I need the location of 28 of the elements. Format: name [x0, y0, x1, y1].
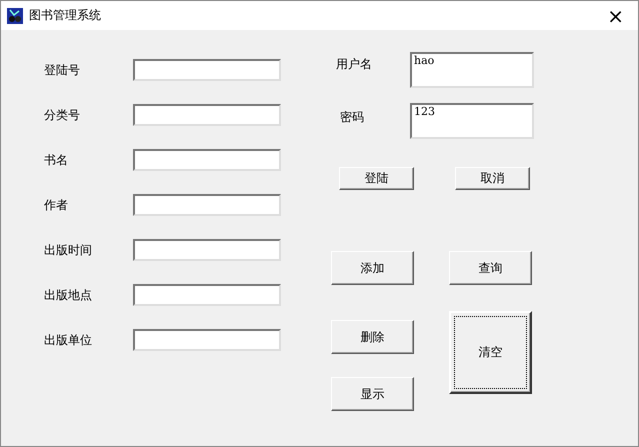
field-label: 作者: [44, 196, 69, 214]
field-label: 出版单位: [44, 332, 93, 348]
push-button[interactable]: 登陆: [339, 167, 414, 190]
field-label: 书名: [44, 152, 69, 168]
field-label: 出版地点: [44, 286, 93, 304]
field-label: 分类号: [44, 106, 81, 124]
input-field[interactable]: [133, 239, 281, 261]
input-field[interactable]: [133, 59, 281, 81]
push-button[interactable]: 查询: [449, 251, 532, 285]
field-label: 登陆号: [44, 62, 81, 78]
input-field[interactable]: 123: [410, 103, 534, 139]
input-field[interactable]: hao: [410, 52, 534, 88]
input-field[interactable]: [133, 329, 281, 351]
field-label: 密码: [339, 109, 365, 126]
push-button[interactable]: 清空: [449, 311, 532, 394]
close-button[interactable]: ×: [601, 6, 630, 26]
app-icon: [7, 8, 23, 24]
input-field[interactable]: [133, 104, 281, 126]
input-field[interactable]: [133, 194, 281, 216]
window-title: 图书管理系统: [29, 7, 102, 24]
push-button[interactable]: 添加: [331, 251, 414, 285]
push-button[interactable]: 取消: [455, 167, 530, 190]
input-field[interactable]: [133, 284, 281, 306]
input-field[interactable]: [133, 149, 281, 171]
field-label: 用户名: [336, 56, 373, 73]
field-label: 出版时间: [44, 242, 93, 258]
push-button[interactable]: 显示: [331, 377, 414, 411]
push-button[interactable]: 删除: [331, 320, 414, 354]
